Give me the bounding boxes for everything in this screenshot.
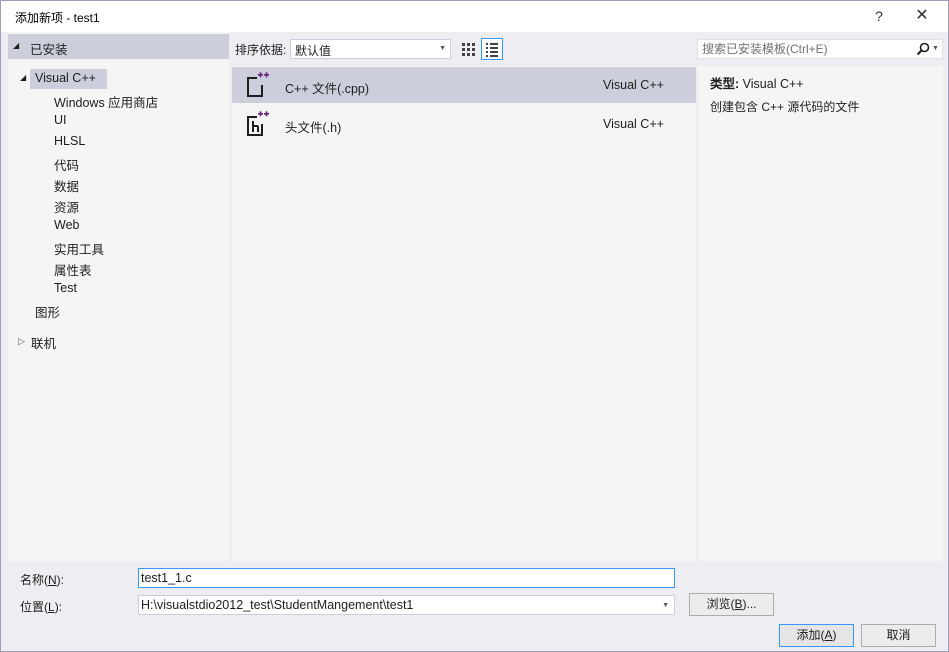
tree-item-test[interactable]: Test (54, 281, 77, 295)
add-pre: 添加( (796, 628, 825, 642)
tree-item-resources[interactable]: 资源 (54, 197, 79, 216)
template-language: Visual C++ (603, 78, 664, 92)
name-label-post: ): (56, 573, 65, 587)
add-button[interactable]: 添加(A) (779, 624, 854, 647)
search-input[interactable] (698, 40, 910, 58)
name-label-key: N (48, 573, 57, 587)
tree-item-windows-store[interactable]: Windows 应用商店 (54, 92, 158, 111)
add-new-item-dialog: 添加新项 - test1 ? ✕ ◢ 已安装 ◢ Visual C++ Wind… (0, 0, 949, 652)
collapse-triangle-icon[interactable]: ◢ (20, 73, 26, 82)
location-label-post: ): (54, 600, 63, 614)
details-view-button[interactable] (481, 38, 503, 60)
template-name: 头文件(.h) (285, 121, 342, 135)
browse-key: B (734, 597, 743, 611)
cpp-file-icon (247, 72, 269, 97)
template-name: C++ 文件(.cpp) (285, 82, 370, 96)
name-label-pre: 名称( (20, 573, 48, 587)
browse-post: )... (742, 597, 757, 611)
location-label-key: L (48, 600, 55, 614)
location-value: H:\visualstdio2012_test\StudentMangement… (141, 598, 414, 612)
search-icon[interactable] (916, 42, 930, 56)
template-list: C++ 文件(.cpp) Visual C++ 头文件(.h) Visual C… (232, 66, 696, 561)
close-button[interactable]: ✕ (907, 5, 937, 27)
name-field[interactable] (138, 568, 675, 588)
template-search-box[interactable]: ▼ (697, 39, 943, 59)
template-language: Visual C++ (603, 117, 664, 131)
window-title: 添加新项 - test1 (15, 11, 100, 25)
template-details-panel: 类型: Visual C++ 创建包含 C++ 源代码的文件 (698, 66, 943, 561)
sort-by-value: 默认值 (295, 44, 332, 58)
browse-pre: 浏览( (706, 597, 735, 611)
list-view-icon (486, 43, 498, 57)
cancel-button[interactable]: 取消 (861, 624, 936, 647)
template-type: 类型: Visual C++ (710, 73, 804, 92)
template-category-tree: ◢ 已安装 ◢ Visual C++ Windows 应用商店 UI HLSL … (8, 32, 229, 561)
collapse-triangle-icon[interactable]: ◢ (13, 41, 19, 50)
title-bar: 添加新项 - test1 ? ✕ (1, 1, 948, 32)
header-file-icon (247, 111, 269, 136)
browse-button[interactable]: 浏览(B)... (689, 593, 774, 616)
installed-label: 已安装 (30, 43, 68, 57)
tree-item-hlsl[interactable]: HLSL (54, 134, 85, 148)
expand-triangle-icon[interactable]: ▷ (18, 336, 25, 347)
installed-section-header[interactable]: ◢ 已安装 (8, 34, 229, 59)
chevron-down-icon: ▼ (439, 45, 446, 52)
tree-item-code[interactable]: 代码 (54, 155, 79, 174)
type-value: Visual C++ (742, 77, 804, 91)
tree-item-ui[interactable]: UI (54, 113, 67, 127)
help-button[interactable]: ? (864, 5, 894, 27)
template-item-header-file[interactable]: 头文件(.h) Visual C++ (232, 106, 696, 142)
chevron-down-icon[interactable]: ▼ (932, 45, 939, 52)
chevron-down-icon[interactable]: ▼ (662, 602, 669, 609)
tree-item-property-sheets[interactable]: 属性表 (54, 260, 92, 279)
name-label: 名称(N): (20, 571, 64, 588)
tree-item-online[interactable]: 联机 (31, 333, 56, 352)
sort-by-label: 排序依据: (235, 43, 287, 57)
location-dropdown[interactable]: H:\visualstdio2012_test\StudentMangement… (138, 595, 675, 615)
add-key: A (824, 628, 833, 642)
add-post: ) (832, 628, 837, 642)
tree-item-web[interactable]: Web (54, 218, 79, 232)
tree-item-utility[interactable]: 实用工具 (54, 239, 104, 258)
tree-item-graphics[interactable]: 图形 (35, 302, 60, 321)
location-label: 位置(L): (20, 598, 62, 615)
tree-item-data[interactable]: 数据 (54, 176, 79, 195)
template-item-cpp-file[interactable]: C++ 文件(.cpp) Visual C++ (232, 67, 696, 103)
small-icons-view-button[interactable] (457, 38, 479, 60)
template-description: 创建包含 C++ 源代码的文件 (710, 100, 860, 114)
location-label-pre: 位置( (20, 600, 48, 614)
grid-view-icon (462, 43, 475, 56)
tree-item-visual-cpp-label: Visual C++ (35, 71, 96, 85)
sort-by-dropdown[interactable]: 默认值 ▼ (290, 39, 451, 59)
type-label: 类型: (710, 77, 740, 91)
